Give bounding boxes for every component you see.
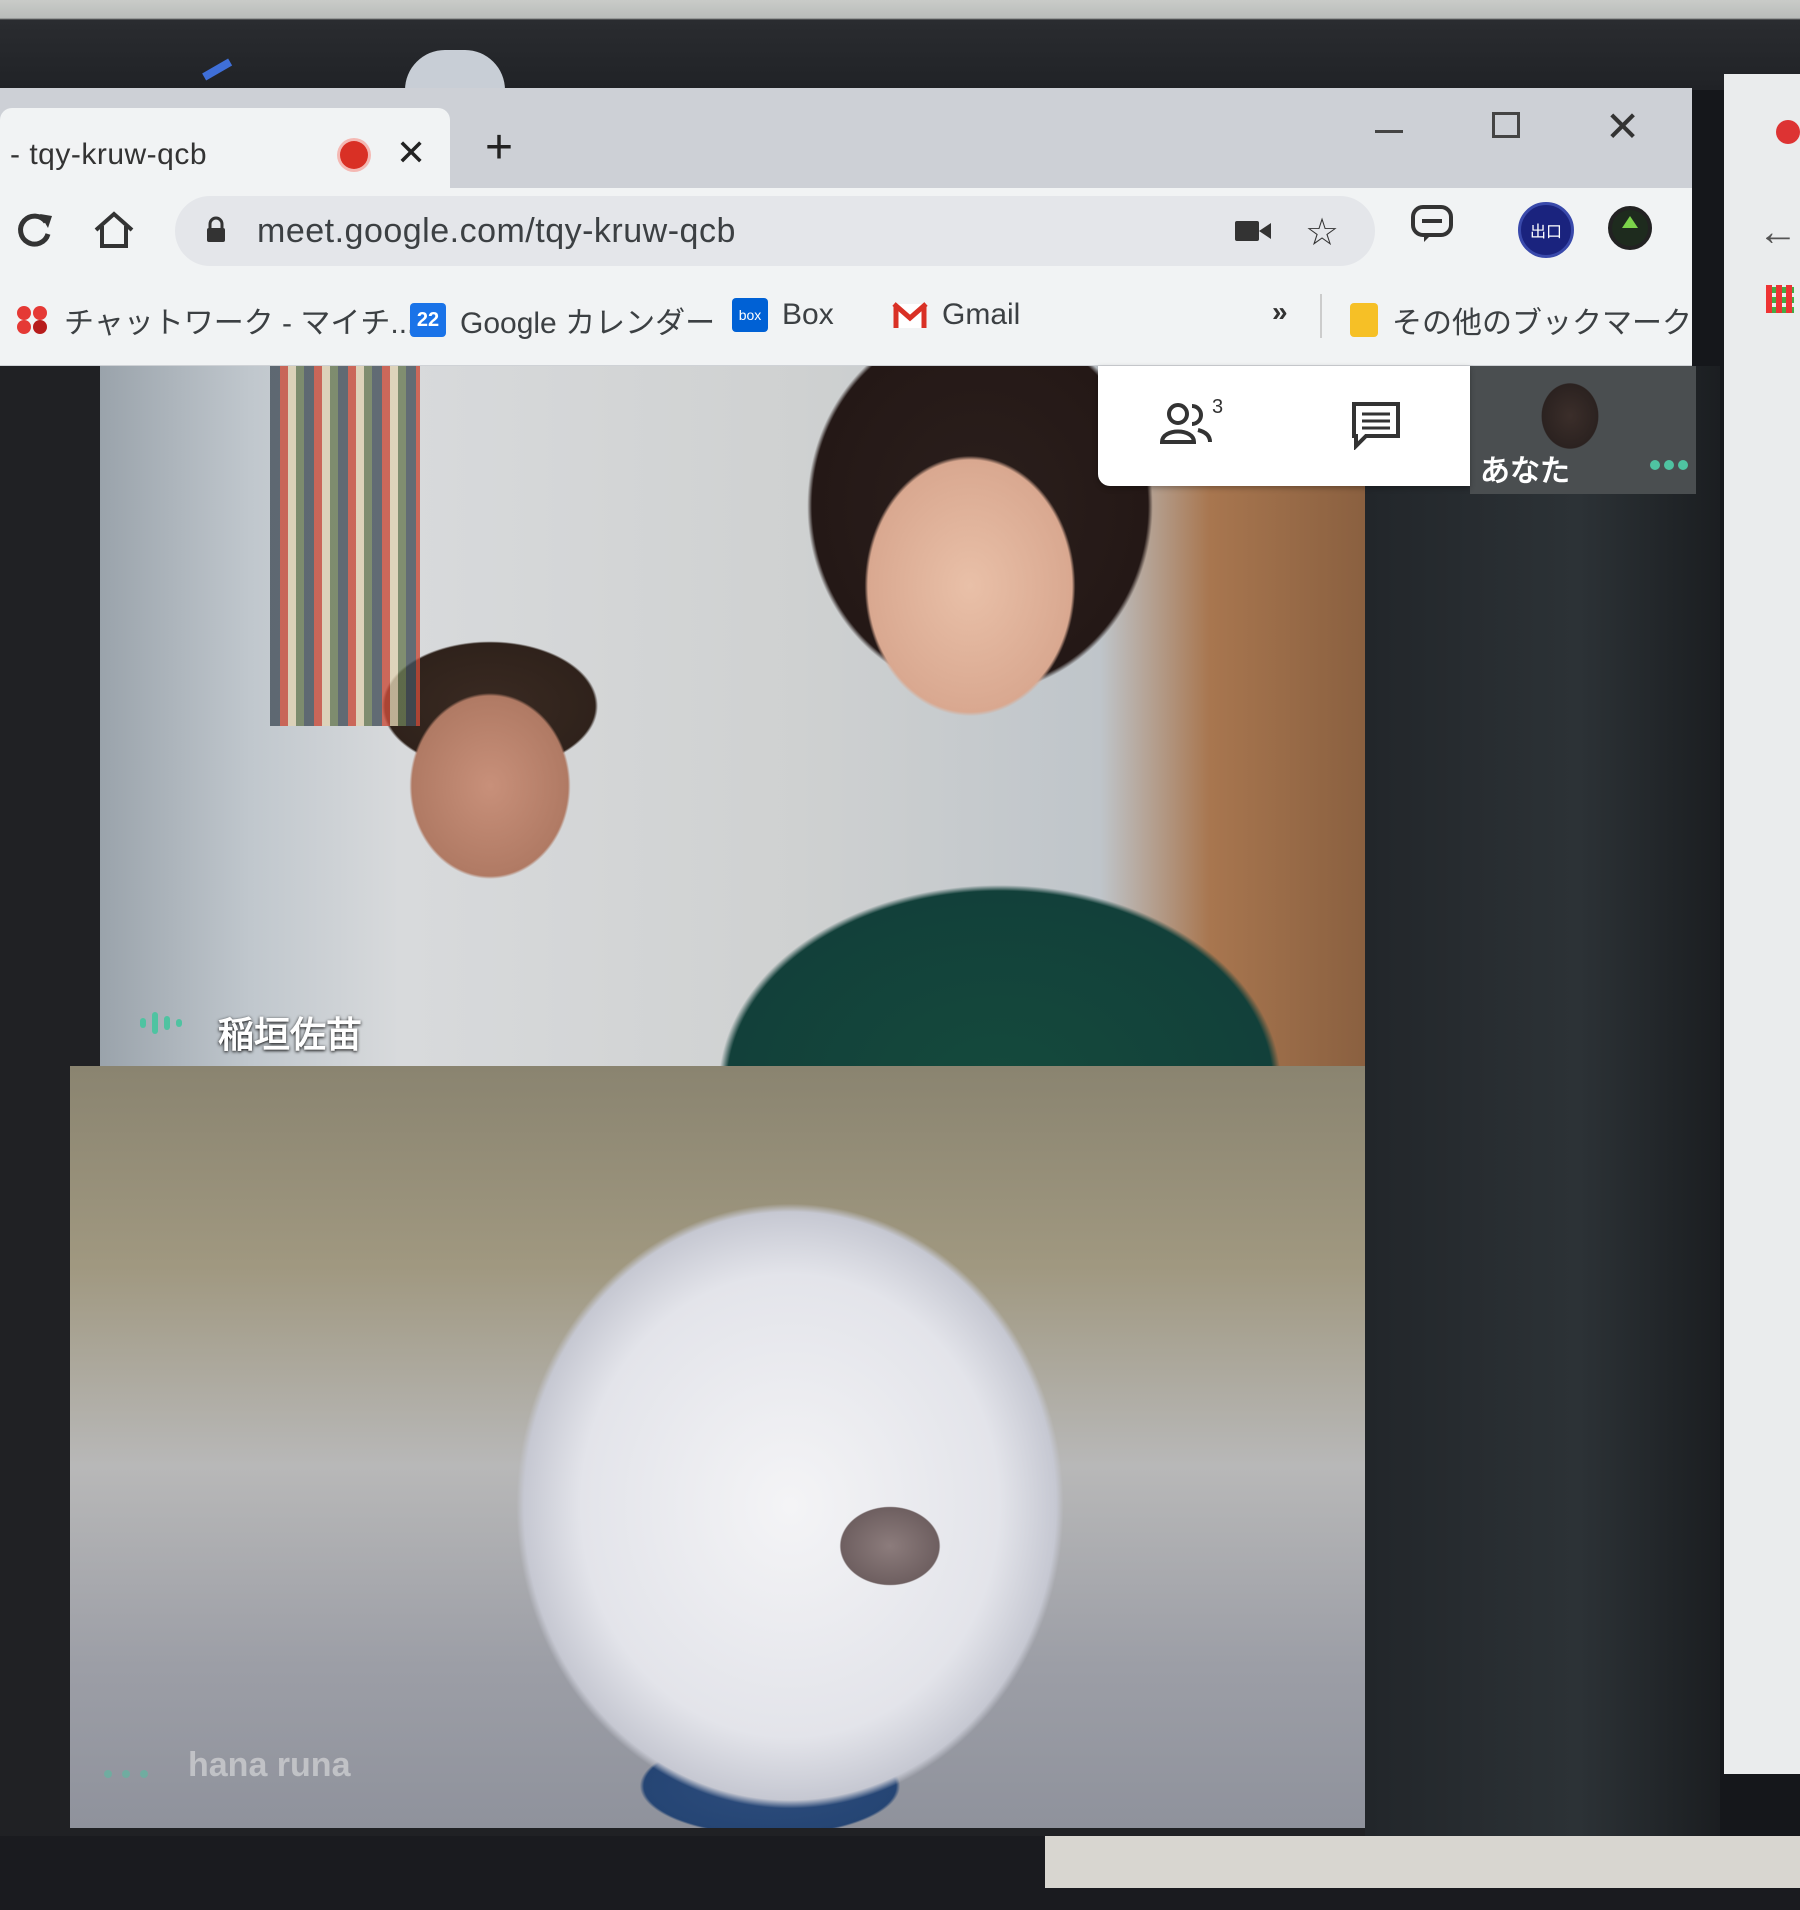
participant-count: 3 bbox=[1212, 396, 1224, 418]
participant-tile[interactable] bbox=[70, 1066, 1385, 1828]
lock-icon bbox=[207, 216, 225, 242]
camera-in-use-icon[interactable] bbox=[1235, 219, 1271, 243]
bookmark-google-calendar[interactable]: 22 Google カレンダー bbox=[410, 298, 715, 342]
chatwork-icon bbox=[17, 306, 47, 334]
desk-surface bbox=[1045, 1836, 1800, 1888]
bookmark-box[interactable]: box Box bbox=[732, 298, 834, 332]
meet-side-area bbox=[1365, 366, 1720, 1836]
bookmark-label: Gmail bbox=[942, 298, 1021, 331]
desktop-shortcut-icon[interactable] bbox=[200, 55, 236, 85]
url-text[interactable]: meet.google.com/tqy-kruw-qcb bbox=[257, 212, 736, 251]
address-bar[interactable]: meet.google.com/tqy-kruw-qcb ☆ bbox=[175, 196, 1375, 266]
bookmark-other-folder[interactable]: その他のブックマーク bbox=[1350, 298, 1692, 342]
bookmark-label: Box bbox=[782, 298, 834, 331]
update-icon[interactable] bbox=[1608, 206, 1652, 250]
bookmark-gmail[interactable]: Gmail bbox=[892, 298, 1020, 332]
profile-avatar[interactable]: 出口 bbox=[1518, 202, 1574, 258]
bookmark-label: その他のブックマーク bbox=[1392, 307, 1692, 340]
calendar-icon: 22 bbox=[410, 303, 446, 337]
folder-icon bbox=[1350, 303, 1378, 337]
bookmark-star-icon[interactable]: ☆ bbox=[1305, 210, 1339, 255]
bookmarks-divider bbox=[1320, 294, 1322, 338]
audio-indicator-icon bbox=[140, 1012, 182, 1034]
back-arrow-icon[interactable]: ← bbox=[1758, 210, 1798, 255]
apps-grid-icon[interactable] bbox=[1766, 285, 1794, 313]
window-close-icon[interactable]: ✕ bbox=[1605, 102, 1640, 151]
recording-indicator-icon bbox=[340, 141, 368, 169]
tab-meet[interactable]: - tqy-kruw-qcb ✕ bbox=[0, 108, 450, 194]
bookmark-chatwork[interactable]: チャットワーク - マイチ... bbox=[14, 298, 415, 342]
screen: - tqy-kruw-qcb ✕ + ✕ meet.google.com/tqy… bbox=[0, 0, 1800, 1910]
browser-window: - tqy-kruw-qcb ✕ + ✕ meet.google.com/tqy… bbox=[0, 88, 1692, 366]
bookmarks-overflow-icon[interactable]: » bbox=[1272, 296, 1288, 328]
minimize-icon[interactable] bbox=[1375, 108, 1405, 148]
chat-icon[interactable] bbox=[1350, 400, 1402, 450]
meet-call-area: 稲垣佐苗 hana runa あなた 3 bbox=[0, 366, 1720, 1836]
self-view-label: あなた bbox=[1480, 455, 1570, 488]
audio-dots-icon bbox=[1650, 460, 1688, 470]
participant-name: hana runa bbox=[188, 1746, 351, 1784]
bookshelf-background bbox=[270, 366, 420, 726]
home-icon[interactable] bbox=[90, 206, 138, 254]
tab-close-icon[interactable]: ✕ bbox=[396, 132, 426, 174]
reload-icon[interactable] bbox=[12, 208, 56, 252]
background-window[interactable] bbox=[1724, 74, 1800, 1774]
box-icon: box bbox=[732, 298, 768, 332]
app-logo-icon bbox=[1776, 120, 1800, 144]
audio-indicator-icon bbox=[104, 1770, 148, 1778]
people-icon[interactable] bbox=[1158, 402, 1218, 446]
bookmark-label: Google カレンダー bbox=[460, 307, 716, 340]
bookmark-label: チャットワーク - マイチ... bbox=[64, 307, 416, 340]
meet-top-panel: 3 bbox=[1098, 366, 1470, 486]
tab-strip: - tqy-kruw-qcb ✕ + ✕ bbox=[0, 88, 1692, 194]
chat-extension-icon[interactable] bbox=[1410, 204, 1454, 244]
gmail-icon bbox=[892, 302, 928, 328]
maximize-icon[interactable] bbox=[1492, 112, 1520, 138]
participant-name: 稲垣佐苗 bbox=[218, 1014, 363, 1055]
bookmarks-bar: チャットワーク - マイチ... 22 Google カレンダー box Box… bbox=[0, 274, 1692, 366]
monitor-bezel-top bbox=[0, 0, 1800, 90]
tab-title: - tqy-kruw-qcb bbox=[10, 138, 208, 171]
new-tab-button[interactable]: + bbox=[485, 124, 513, 172]
